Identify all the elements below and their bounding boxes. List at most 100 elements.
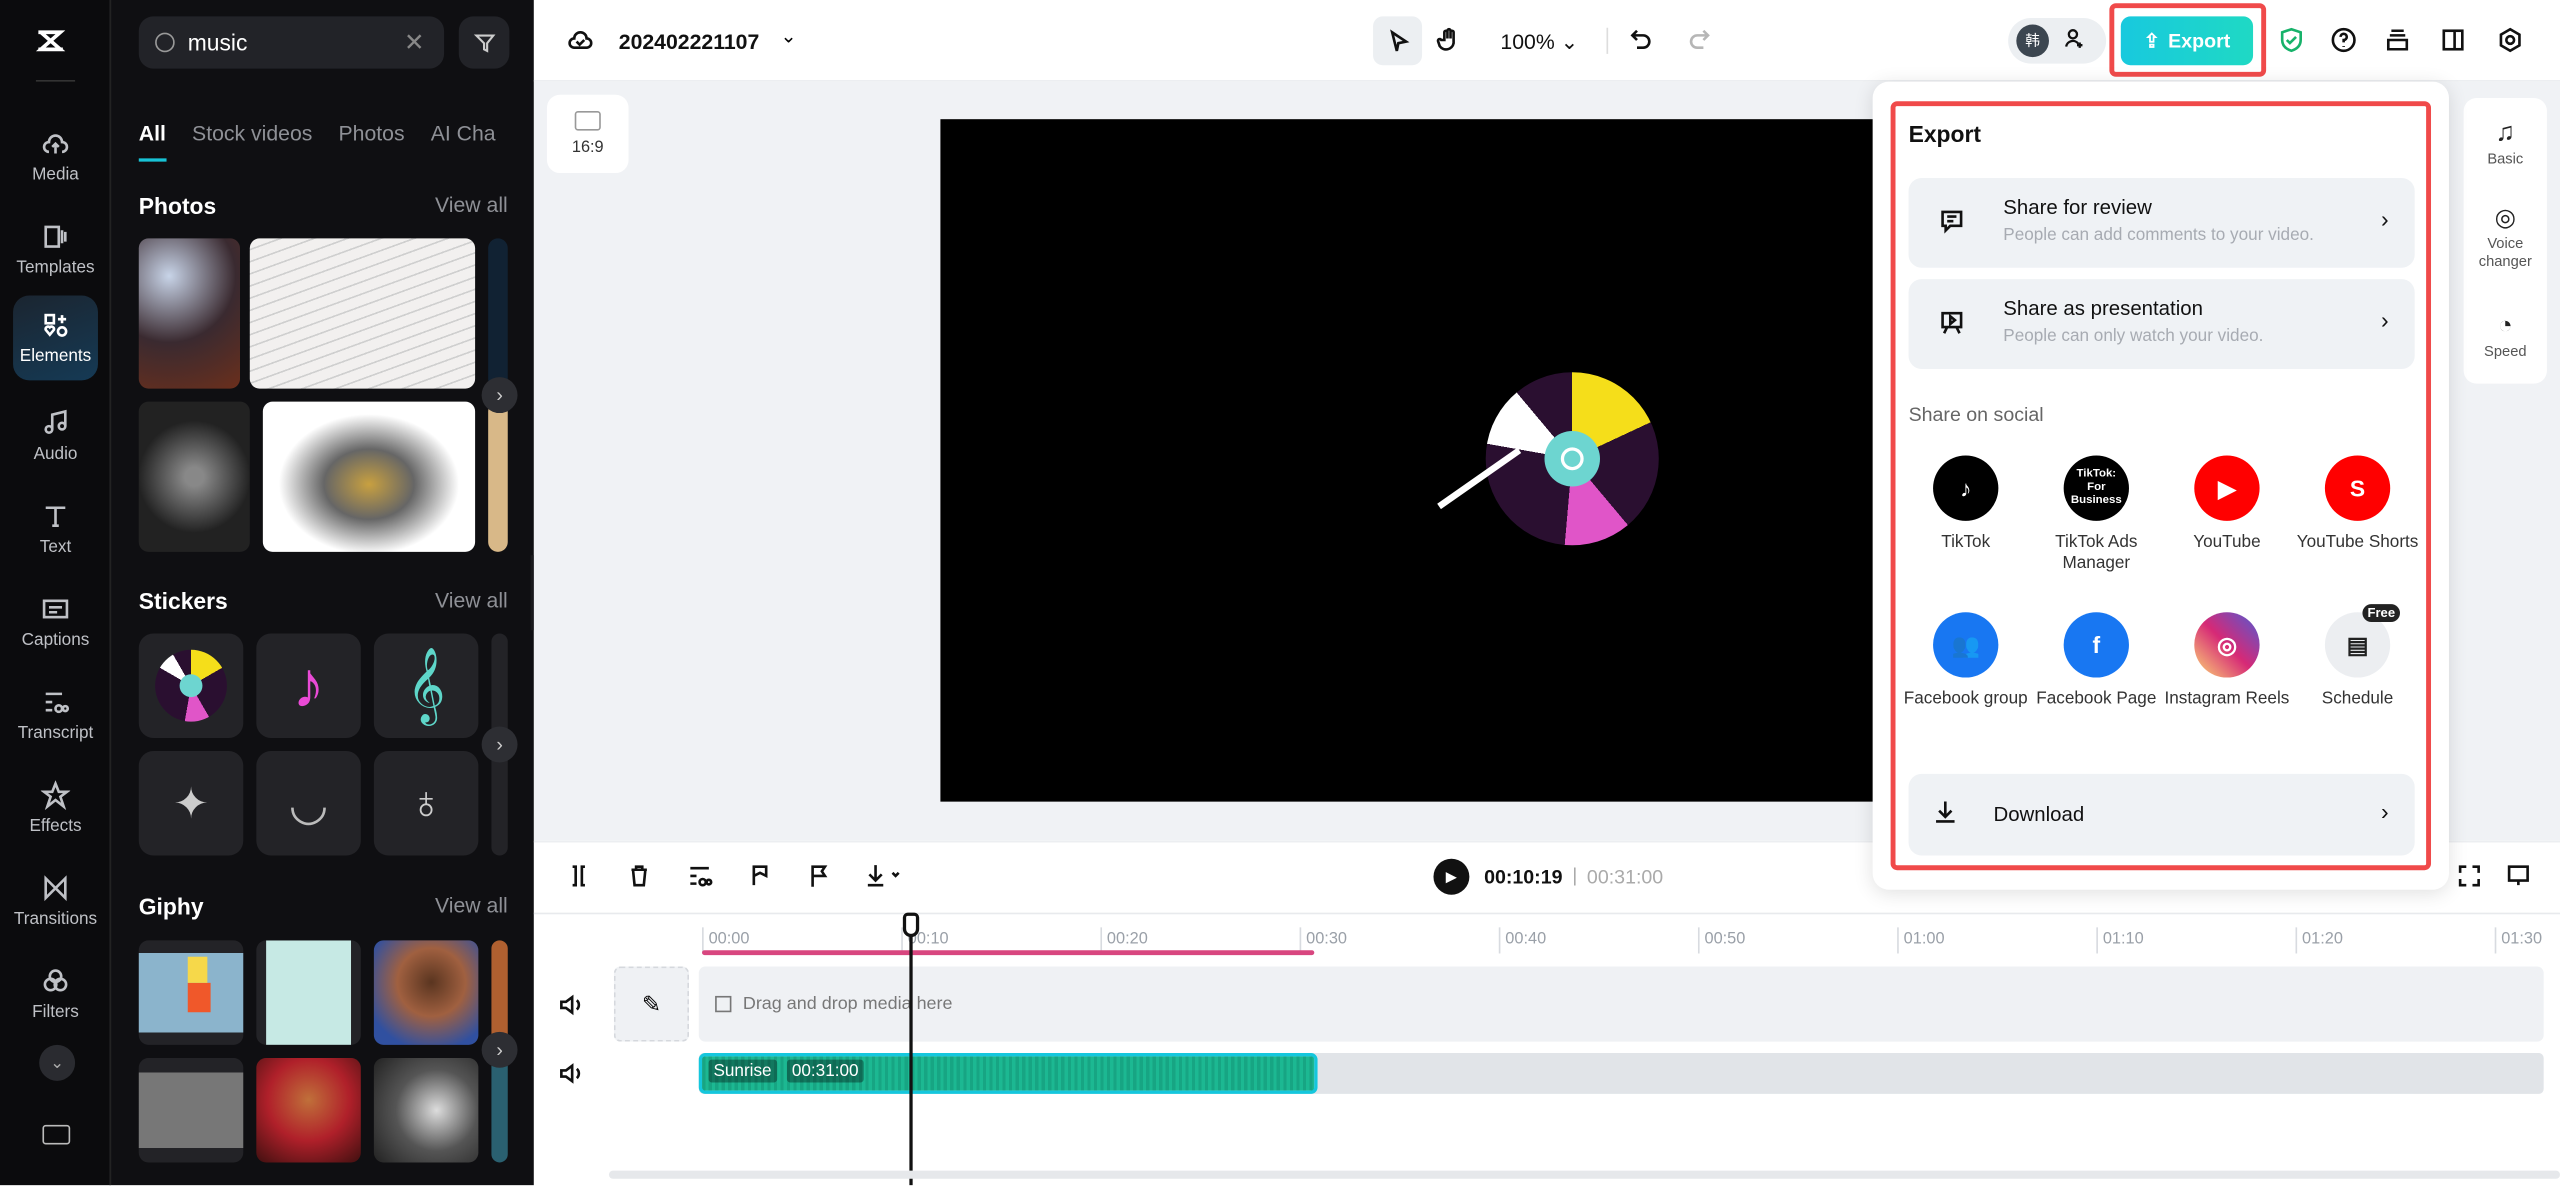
sticker-partial[interactable] — [491, 633, 508, 738]
select-tool-button[interactable] — [1373, 16, 1423, 66]
next-arrow-button[interactable]: › — [481, 1031, 518, 1068]
download-dropdown-icon[interactable] — [862, 862, 904, 890]
add-user-icon[interactable] — [2062, 26, 2086, 50]
collaborators-pill[interactable]: 韩 — [2008, 17, 2107, 64]
rail-item-audio[interactable]: Audio — [13, 393, 98, 478]
aspect-ratio-button[interactable]: 16:9 — [546, 94, 629, 174]
tab-ai-characters[interactable]: AI Cha — [431, 121, 496, 162]
photo-thumb[interactable] — [262, 401, 476, 552]
mute-audio-track-icon[interactable] — [557, 1060, 585, 1088]
rail-item-transcript[interactable]: Transcript — [13, 673, 98, 758]
preview-quality-icon[interactable] — [2504, 862, 2532, 890]
play-button[interactable]: ▶ — [1433, 858, 1470, 895]
rail-item-elements[interactable]: Elements — [13, 295, 98, 381]
clear-icon[interactable]: ✕ — [404, 28, 425, 57]
gif-thumb[interactable] — [491, 940, 508, 1045]
expand-more-button[interactable]: ⌄ — [39, 1044, 76, 1081]
voice-changer-tab[interactable]: ◎ Voice changer — [2464, 202, 2547, 271]
gif-thumb[interactable] — [256, 940, 361, 1045]
share-tiktok-button[interactable]: ♪ TikTok — [1900, 455, 2031, 554]
mute-track-icon[interactable] — [557, 991, 585, 1019]
project-menu-chevron-icon[interactable]: ⌄ — [780, 24, 796, 47]
share-instagram-reels-button[interactable]: ◎ Instagram Reels — [2162, 612, 2293, 710]
zoom-level-dropdown[interactable]: 100% ⌄ — [1500, 29, 1578, 55]
search-input[interactable]: music ✕ — [138, 16, 445, 69]
share-youtube-button[interactable]: ▶ YouTube — [2162, 455, 2293, 554]
photo-thumb[interactable] — [138, 238, 240, 389]
export-button[interactable]: ⇪ Export — [2120, 16, 2254, 66]
delete-icon[interactable] — [625, 862, 653, 890]
rail-item-templates[interactable]: Templates — [13, 207, 98, 292]
help-icon[interactable] — [2330, 26, 2358, 54]
sticker-music-note[interactable]: ♪ — [256, 633, 361, 738]
gif-thumb[interactable] — [373, 1057, 479, 1163]
ai-marker-icon[interactable] — [746, 862, 774, 890]
keyboard-icon[interactable] — [42, 1124, 71, 1145]
sticker-partial[interactable] — [491, 751, 508, 856]
split-icon[interactable] — [565, 862, 593, 890]
rail-item-text[interactable]: Text — [13, 487, 98, 572]
gif-thumb[interactable] — [138, 1057, 244, 1163]
playhead-handle[interactable] — [902, 912, 920, 938]
redo-button[interactable] — [1685, 26, 1713, 54]
tab-stock-videos[interactable]: Stock videos — [192, 121, 312, 162]
gif-thumb[interactable] — [138, 940, 244, 1045]
settings-icon[interactable] — [2496, 26, 2524, 54]
layout-panel-icon[interactable] — [2439, 26, 2467, 54]
cover-edit-button[interactable]: ✎ — [613, 966, 689, 1042]
horizontal-scrollbar[interactable] — [608, 1170, 2560, 1179]
hand-tool-button[interactable] — [1435, 26, 1463, 54]
rail-item-transitions[interactable]: Transitions — [13, 859, 98, 944]
sticker-chain[interactable]: ◡ — [256, 751, 361, 856]
undo-button[interactable] — [1628, 26, 1656, 54]
next-arrow-button[interactable]: › — [481, 377, 518, 414]
share-tiktok-ads-manager-button[interactable]: TikTok: For Business TikTok Ads Manager — [2031, 455, 2162, 575]
share-schedule-button[interactable]: ▤ Free Schedule — [2292, 604, 2423, 710]
basic-tab[interactable]: ♫ Basic — [2464, 118, 2547, 169]
avatar[interactable]: 韩 — [2016, 24, 2049, 58]
capcut-logo[interactable] — [35, 26, 75, 59]
main-track-dropzone[interactable]: Drag and drop media here — [698, 966, 2544, 1042]
share-for-review-option[interactable]: Share for review People can add comments… — [1908, 177, 2415, 268]
gif-thumb[interactable] — [373, 940, 479, 1045]
chevron-right-icon: › — [2380, 306, 2389, 334]
photo-thumb[interactable] — [488, 401, 508, 552]
view-all-link[interactable]: View all — [435, 588, 508, 614]
tab-photos[interactable]: Photos — [338, 121, 404, 162]
project-name[interactable]: 202402221107 — [619, 29, 759, 53]
photo-thumb[interactable] — [249, 238, 476, 389]
cloud-saved-icon[interactable] — [567, 26, 595, 54]
view-all-link[interactable]: View all — [435, 893, 508, 919]
audio-clip[interactable]: Sunrise 00:31:00 — [698, 1053, 1318, 1094]
flag-icon[interactable] — [805, 862, 833, 890]
filter-button[interactable] — [458, 16, 510, 69]
sticker-treble-clef[interactable]: 𝄞 — [373, 633, 479, 738]
download-option[interactable]: Download › — [1908, 773, 2415, 856]
share-facebook-page-button[interactable]: f Facebook Page — [2031, 612, 2162, 710]
speed-tab[interactable]: ◔ Speed — [2464, 310, 2547, 361]
photo-thumb[interactable] — [138, 401, 250, 552]
gif-thumb[interactable] — [256, 1057, 361, 1163]
view-all-link[interactable]: View all — [435, 193, 508, 219]
gif-thumb[interactable] — [491, 1057, 508, 1163]
facebook-page-icon: f — [2063, 612, 2129, 678]
rail-item-filters[interactable]: Filters — [13, 952, 98, 1037]
sticker-confetti[interactable]: ✦ — [138, 751, 244, 856]
remove-silence-icon[interactable] — [686, 862, 714, 890]
share-facebook-group-button[interactable]: 👥 Facebook group — [1900, 612, 2031, 710]
layers-icon[interactable] — [2384, 26, 2412, 54]
video-preview[interactable] — [940, 119, 1875, 802]
playhead[interactable] — [909, 914, 913, 1186]
fullscreen-icon[interactable] — [2456, 862, 2484, 890]
rail-item-media[interactable]: Media — [13, 114, 98, 199]
tab-all[interactable]: All — [138, 121, 166, 162]
photo-thumb[interactable] — [488, 238, 508, 389]
rail-item-effects[interactable]: Effects — [13, 766, 98, 851]
sticker-vinyl[interactable] — [138, 633, 244, 738]
sticker-horn[interactable]: ♁ — [373, 751, 479, 856]
next-arrow-button[interactable]: › — [481, 726, 518, 763]
share-youtube-shorts-button[interactable]: S YouTube Shorts — [2292, 455, 2423, 554]
rail-item-captions[interactable]: Captions — [13, 580, 98, 665]
share-as-presentation-option[interactable]: Share as presentation People can only wa… — [1908, 279, 2415, 369]
shield-check-icon[interactable] — [2278, 26, 2306, 54]
